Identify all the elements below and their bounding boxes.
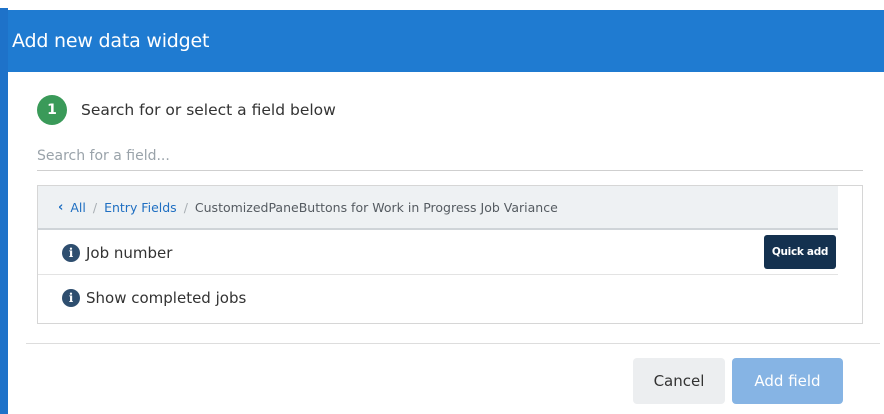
breadcrumb-separator: / [92, 199, 98, 215]
field-row-job-number[interactable]: i Job number Quick add [38, 231, 838, 275]
chevron-left-icon[interactable]: ‹ [58, 200, 63, 215]
field-label: Job number [86, 243, 173, 262]
info-icon[interactable]: i [62, 243, 80, 262]
footer-divider [26, 343, 880, 344]
breadcrumb: ‹ All / Entry Fields / CustomizedPaneBut… [38, 186, 838, 230]
add-widget-dialog: Add new data widget 1 Search for or sele… [0, 0, 884, 414]
info-icon[interactable]: i [62, 289, 80, 307]
breadcrumb-separator: / [183, 199, 188, 215]
dialog-header: Add new data widget [8, 10, 884, 72]
search-field-input[interactable] [37, 142, 863, 171]
step-number-badge: 1 [37, 95, 67, 125]
step-indicator: 1 Search for or select a field below [37, 95, 336, 125]
field-list-panel: ‹ All / Entry Fields / CustomizedPaneBut… [37, 185, 863, 324]
quick-add-button[interactable]: Quick add [764, 235, 836, 269]
breadcrumb-current: CustomizedPaneButtons for Work in Progre… [194, 199, 558, 215]
step-instruction: Search for or select a field below [81, 101, 336, 119]
dialog-title: Add new data widget [12, 30, 210, 52]
dialog-edge [0, 8, 8, 414]
cancel-button[interactable]: Cancel [633, 358, 725, 404]
breadcrumb-all-link[interactable]: All [70, 200, 86, 215]
breadcrumb-entry-fields-link[interactable]: Entry Fields [104, 200, 177, 215]
add-field-button[interactable]: Add field [732, 358, 843, 404]
field-label: Show completed jobs [86, 289, 247, 307]
field-row-show-completed-jobs[interactable]: i Show completed jobs [38, 276, 838, 320]
